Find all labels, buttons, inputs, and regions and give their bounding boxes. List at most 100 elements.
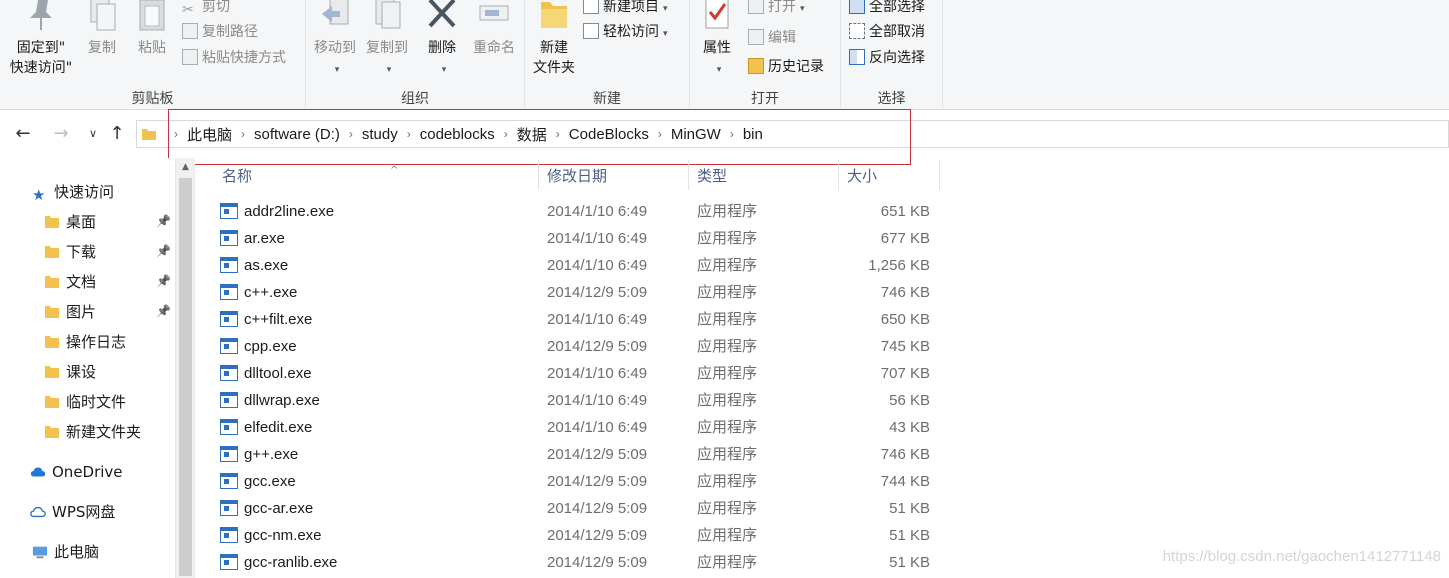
- chevron-down-icon: ▾: [441, 65, 447, 75]
- breadcrumb-item[interactable]: bin: [743, 126, 763, 143]
- breadcrumb-item[interactable]: 此电脑: [187, 124, 232, 145]
- pin-label-line2: 快速访问": [9, 60, 73, 76]
- column-divider[interactable]: [688, 160, 689, 190]
- nav-item-label: 文档: [66, 273, 97, 291]
- invert-selection-button[interactable]: 反向选择: [849, 47, 925, 69]
- breadcrumb-separator-icon[interactable]: ›: [241, 127, 245, 141]
- breadcrumb-item[interactable]: 数据: [517, 124, 547, 145]
- file-name-text: as.exe: [244, 257, 289, 274]
- new-item-button[interactable]: 新建项目 ▾: [583, 0, 668, 18]
- back-arrow-icon[interactable]: ←: [12, 122, 34, 146]
- pin-icon[interactable]: 📌: [156, 274, 171, 288]
- nav-item-label: 下载: [66, 243, 97, 261]
- nav-item[interactable]: 课设: [44, 359, 96, 385]
- file-name-text: gcc.exe: [244, 473, 296, 490]
- table-row[interactable]: elfedit.exe 2014/1/10 6:49 应用程序 43 KB: [220, 414, 940, 441]
- paste-button[interactable]: 粘贴: [132, 0, 172, 58]
- move-to-button[interactable]: 移动到 ▾: [310, 0, 360, 80]
- table-row[interactable]: ar.exe 2014/1/10 6:49 应用程序 677 KB: [220, 225, 940, 252]
- table-row[interactable]: dllwrap.exe 2014/1/10 6:49 应用程序 56 KB: [220, 387, 940, 414]
- nav-pane-scrollbar[interactable]: ▲: [175, 158, 195, 578]
- breadcrumb-separator-icon[interactable]: ›: [174, 127, 178, 141]
- breadcrumb-item[interactable]: software (D:): [254, 126, 340, 143]
- breadcrumb-separator-icon[interactable]: ›: [407, 127, 411, 141]
- breadcrumb-separator-icon[interactable]: ›: [556, 127, 560, 141]
- properties-button[interactable]: 属性 ▾: [694, 0, 740, 80]
- nav-this-pc[interactable]: 此电脑: [32, 539, 99, 565]
- pin-icon[interactable]: 📌: [156, 214, 171, 228]
- select-all-button[interactable]: 全部选择: [849, 0, 925, 18]
- table-row[interactable]: g++.exe 2014/12/9 5:09 应用程序 746 KB: [220, 441, 940, 468]
- table-row[interactable]: gcc-ar.exe 2014/12/9 5:09 应用程序 51 KB: [220, 495, 940, 522]
- nav-item[interactable]: 新建文件夹: [44, 419, 141, 445]
- easy-access-button[interactable]: 轻松访问 ▾: [583, 21, 668, 43]
- table-row[interactable]: as.exe 2014/1/10 6:49 应用程序 1,256 KB: [220, 252, 940, 279]
- breadcrumb-item[interactable]: study: [362, 126, 398, 143]
- column-header-date[interactable]: 修改日期: [541, 162, 687, 190]
- scroll-up-icon[interactable]: ▲: [176, 160, 195, 174]
- scroll-thumb[interactable]: [179, 178, 192, 576]
- paste-shortcut-button[interactable]: 粘贴快捷方式: [182, 47, 286, 69]
- delete-x-icon: [428, 0, 456, 28]
- new-folder-button[interactable]: 新建 文件夹: [529, 0, 579, 78]
- application-icon: [220, 527, 238, 543]
- up-arrow-icon[interactable]: ↑: [106, 122, 128, 146]
- table-row[interactable]: gcc.exe 2014/12/9 5:09 应用程序 744 KB: [220, 468, 940, 495]
- address-bar[interactable]: › 此电脑 › software (D:) › study › codeblocks › 数据 › C…: [136, 120, 1449, 148]
- nav-onedrive[interactable]: OneDrive: [30, 459, 123, 485]
- table-row[interactable]: dlltool.exe 2014/1/10 6:49 应用程序 707 KB: [220, 360, 940, 387]
- folder-icon: [45, 306, 59, 318]
- column-header-name[interactable]: 名称 ^: [216, 162, 538, 190]
- delete-button[interactable]: 删除 ▾: [422, 0, 462, 80]
- cut-button[interactable]: ✂ 剪切: [182, 0, 230, 18]
- copy-button[interactable]: 复制: [82, 0, 122, 58]
- move-to-label: 移动到: [314, 40, 356, 56]
- nav-wps-drive[interactable]: WPS网盘: [30, 499, 115, 525]
- breadcrumb-item[interactable]: MinGW: [671, 126, 721, 143]
- file-type: 应用程序: [697, 472, 758, 490]
- nav-item[interactable]: 桌面: [44, 209, 96, 235]
- column-divider[interactable]: [838, 160, 839, 190]
- history-button[interactable]: 历史记录: [748, 56, 824, 78]
- table-row[interactable]: addr2line.exe 2014/1/10 6:49 应用程序 651 KB: [220, 198, 940, 225]
- column-header-type[interactable]: 类型: [691, 162, 837, 190]
- breadcrumb-separator-icon[interactable]: ›: [730, 127, 734, 141]
- file-size: 707 KB: [880, 365, 930, 382]
- select-group: 全部选择 全部取消 反向选择 选择: [841, 0, 942, 110]
- pin-icon[interactable]: 📌: [156, 244, 171, 258]
- recent-locations-chevron-icon[interactable]: ∨: [82, 122, 104, 146]
- nav-item[interactable]: 图片: [44, 299, 96, 325]
- nav-item[interactable]: 临时文件: [44, 389, 126, 415]
- nav-item[interactable]: 文档: [44, 269, 96, 295]
- table-row[interactable]: gcc-nm.exe 2014/12/9 5:09 应用程序 51 KB: [220, 522, 940, 549]
- table-row[interactable]: cpp.exe 2014/12/9 5:09 应用程序 745 KB: [220, 333, 940, 360]
- pin-icon[interactable]: 📌: [156, 304, 171, 318]
- table-row[interactable]: gcc-ranlib.exe 2014/12/9 5:09 应用程序 51 KB: [220, 549, 940, 576]
- nav-item[interactable]: 下载: [44, 239, 96, 265]
- file-name-text: g++.exe: [244, 446, 299, 463]
- table-row[interactable]: c++filt.exe 2014/1/10 6:49 应用程序 650 KB: [220, 306, 940, 333]
- breadcrumb-separator-icon[interactable]: ›: [349, 127, 353, 141]
- forward-arrow-icon[interactable]: →: [50, 122, 72, 146]
- copy-path-button[interactable]: 复制路径: [182, 21, 258, 43]
- breadcrumb-item[interactable]: CodeBlocks: [569, 126, 649, 143]
- table-row[interactable]: c++.exe 2014/12/9 5:09 应用程序 746 KB: [220, 279, 940, 306]
- nav-quick-access[interactable]: ★ 快速访问: [32, 179, 114, 205]
- select-none-button[interactable]: 全部取消: [849, 21, 925, 43]
- file-size: 746 KB: [880, 446, 930, 463]
- breadcrumb-item[interactable]: codeblocks: [420, 126, 495, 143]
- file-size: 1,256 KB: [868, 257, 930, 274]
- open-group: 属性 ▾ 打开 ▾ 编辑 历史记录 打开: [690, 0, 840, 110]
- pin-to-quick-access-button[interactable]: 固定到" 快速访问": [4, 0, 78, 78]
- copy-to-button[interactable]: 复制到 ▾: [362, 0, 412, 80]
- open-button[interactable]: 打开 ▾: [748, 0, 805, 18]
- nav-item[interactable]: 操作日志: [44, 329, 126, 355]
- edit-button[interactable]: 编辑: [748, 27, 796, 49]
- breadcrumb-separator-icon[interactable]: ›: [658, 127, 662, 141]
- column-header-size[interactable]: 大小: [841, 162, 939, 190]
- rename-button[interactable]: 重命名: [468, 0, 520, 58]
- column-divider[interactable]: [939, 160, 940, 190]
- new-group-label: 新建: [593, 91, 621, 107]
- column-divider[interactable]: [538, 160, 539, 190]
- breadcrumb-separator-icon[interactable]: ›: [504, 127, 508, 141]
